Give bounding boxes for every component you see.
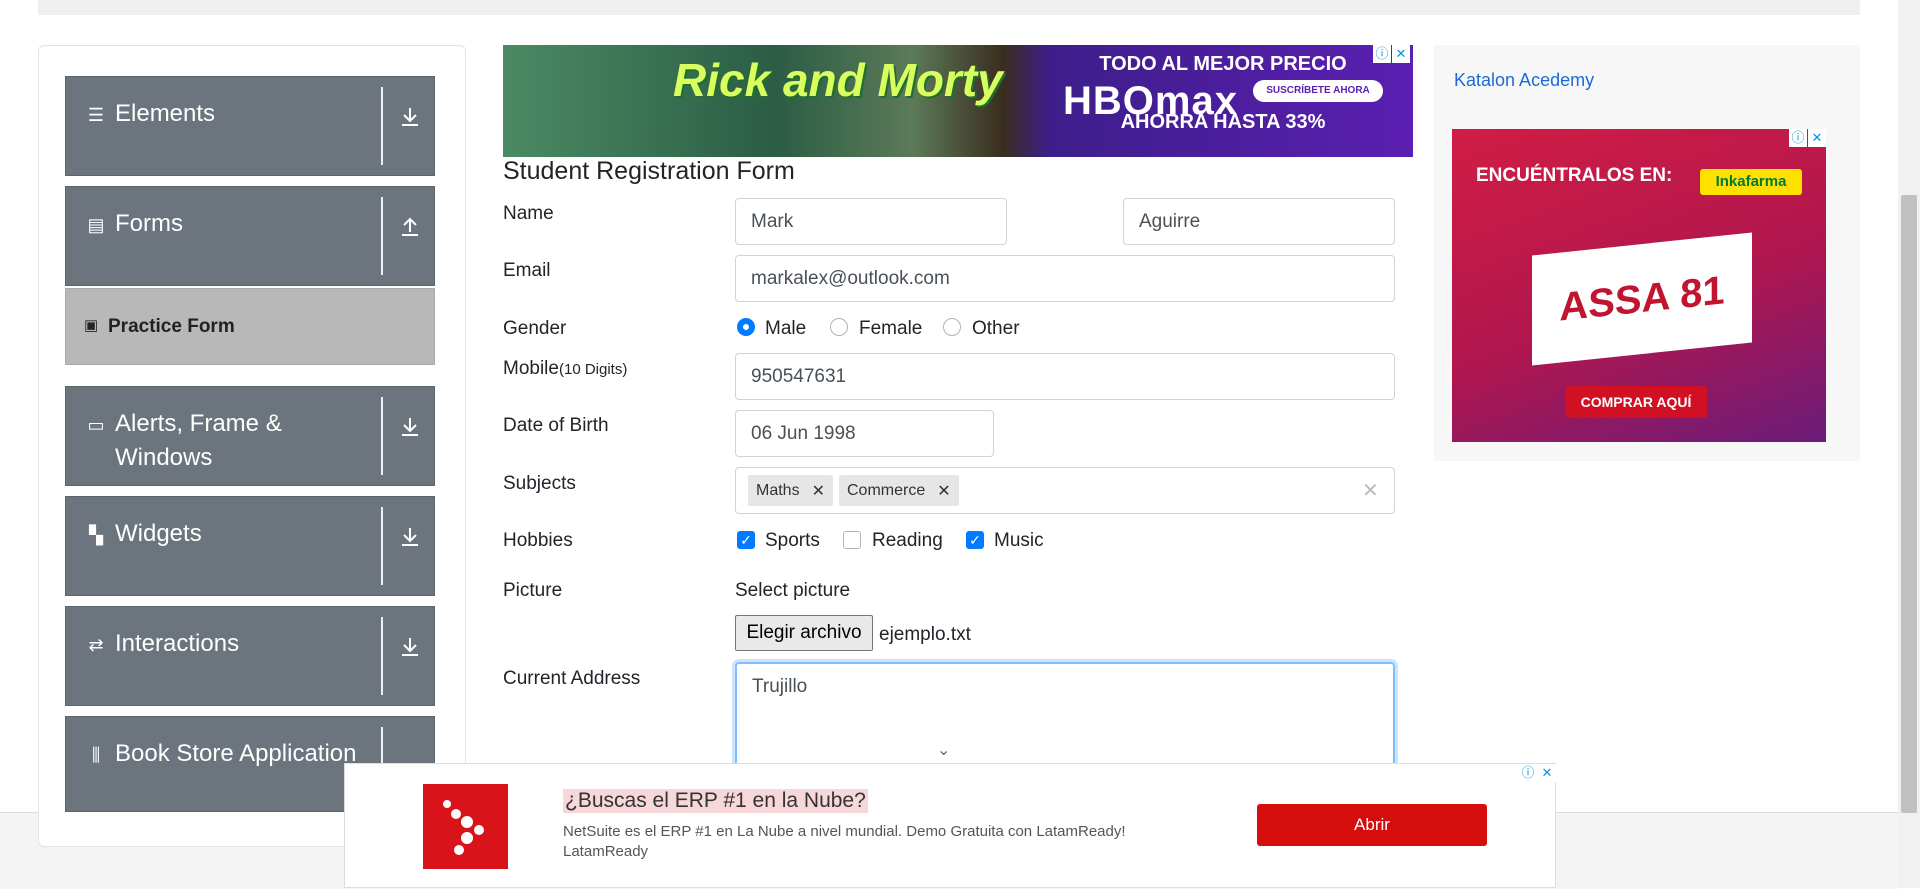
ad-banner-top[interactable]: Rick and Morty TODO AL MEJOR PRECIO HBOm… bbox=[503, 45, 1413, 157]
sports-checkbox[interactable]: ✓ bbox=[737, 531, 755, 549]
ad-banner-bottom[interactable]: ¿Buscas el ERP #1 en la Nube? NetSuite e… bbox=[344, 763, 1556, 888]
katalon-link[interactable]: Katalon Acedemy bbox=[1454, 70, 1594, 91]
sidebar-group-interactions[interactable]: ⇄ Interactions bbox=[65, 606, 435, 706]
close-icon[interactable]: ✕ bbox=[1808, 129, 1826, 147]
ad-headline: ¿Buscas el ERP #1 en la Nube? bbox=[563, 789, 868, 813]
sidebar-item-practice-form[interactable]: ▣ Practice Form bbox=[65, 288, 435, 365]
sidebar-group-label: Interactions bbox=[115, 630, 240, 657]
sidebar-group-label: Widgets bbox=[115, 520, 202, 547]
mobile-label-text: Mobile bbox=[503, 358, 559, 379]
close-icon[interactable]: ✕ bbox=[1392, 45, 1410, 63]
form-icon: ▣ bbox=[84, 317, 99, 334]
subjects-input[interactable] bbox=[735, 467, 1395, 514]
sidebar-group-forms[interactable]: ▤ Forms bbox=[65, 186, 435, 286]
hobby-label: Music bbox=[994, 530, 1044, 551]
mobile-label: Mobile(10 Digits) bbox=[503, 358, 627, 380]
ad-info-icon[interactable]: ⓘ bbox=[1789, 129, 1807, 147]
sidebar-group-widgets[interactable]: ▚ Widgets bbox=[65, 496, 435, 596]
ad-line1: TODO AL MEJOR PRECIO bbox=[1099, 53, 1347, 75]
sidebar-group-alerts[interactable]: ▭ Alerts, Frame & Windows bbox=[65, 386, 435, 486]
ad-inkafarma[interactable]: ⓘ ✕ ENCUÉNTRALOS EN: Inkafarma ASSA 81 C… bbox=[1452, 129, 1826, 442]
address-label: Current Address bbox=[503, 668, 641, 689]
name-label: Name bbox=[503, 203, 554, 224]
sidebar-group-label: Alerts, Frame & Windows bbox=[115, 410, 282, 471]
interactions-icon: ⇄ bbox=[88, 635, 104, 655]
ad-info-icon[interactable]: ⓘ bbox=[1519, 764, 1537, 782]
hobbies-label: Hobbies bbox=[503, 530, 573, 551]
divider bbox=[381, 617, 383, 695]
divider bbox=[381, 87, 383, 165]
open-button[interactable]: Abrir bbox=[1257, 804, 1487, 846]
dob-label: Date of Birth bbox=[503, 415, 609, 436]
close-icon[interactable]: ✕ bbox=[1538, 764, 1556, 782]
ad-cta[interactable]: SUSCRÍBETE AHORA bbox=[1253, 80, 1383, 102]
email-field[interactable]: markalex@outlook.com bbox=[735, 255, 1395, 302]
gender-label: Gender bbox=[503, 318, 567, 339]
email-label: Email bbox=[503, 260, 551, 281]
widgets-icon: ▚ bbox=[89, 525, 103, 545]
ad-brand-left: Rick and Morty bbox=[673, 54, 1003, 106]
music-checkbox[interactable]: ✓ bbox=[966, 531, 984, 549]
subject-chip: Commerce ✕ bbox=[839, 475, 959, 506]
page-title: Student Registration Form bbox=[503, 157, 795, 185]
gender-female-radio[interactable] bbox=[830, 318, 848, 336]
download-icon bbox=[402, 108, 418, 126]
divider bbox=[381, 507, 383, 585]
hobby-label: Reading bbox=[872, 530, 943, 551]
subject-chip: Maths ✕ bbox=[748, 475, 833, 506]
last-name-field[interactable]: Aguirre bbox=[1123, 198, 1395, 245]
menu-icon: ☰ bbox=[87, 105, 105, 125]
gender-option-label: Female bbox=[859, 318, 923, 339]
sidebar-group-label: Forms bbox=[115, 210, 183, 237]
sidebar-group-label: Elements bbox=[115, 100, 216, 127]
current-address-textarea[interactable]: Trujillo bbox=[735, 662, 1395, 767]
window-icon: ▭ bbox=[87, 415, 105, 435]
ad-sidebar-right: Katalon Acedemy ⓘ ✕ ENCUÉNTRALOS EN: Ink… bbox=[1434, 45, 1860, 461]
gender-other-radio[interactable] bbox=[943, 318, 961, 336]
scrollbar-thumb[interactable] bbox=[1901, 195, 1917, 813]
mobile-field[interactable]: 950547631 bbox=[735, 353, 1395, 400]
ad-product: ASSA 81 bbox=[1532, 232, 1752, 366]
subject-chip-label: Maths bbox=[756, 481, 800, 499]
books-icon: ⫼ bbox=[91, 745, 101, 765]
gender-option-label: Other bbox=[972, 318, 1020, 339]
subjects-label: Subjects bbox=[503, 473, 576, 494]
picture-label: Picture bbox=[503, 580, 563, 601]
ad-store: Inkafarma bbox=[1700, 169, 1802, 195]
reading-checkbox[interactable] bbox=[843, 531, 861, 549]
ad-cta[interactable]: COMPRAR AQUÍ bbox=[1565, 386, 1707, 418]
ad-body: NetSuite es el ERP #1 en La Nube a nivel… bbox=[563, 823, 1126, 860]
ad-info-icon[interactable]: ⓘ bbox=[1373, 45, 1391, 63]
ad-headline: ENCUÉNTRALOS EN: bbox=[1476, 165, 1673, 186]
chevron-down-icon[interactable]: ⌄ bbox=[937, 740, 950, 760]
document-icon: ▤ bbox=[87, 215, 105, 235]
choose-file-button[interactable]: Elegir archivo bbox=[735, 615, 873, 651]
gender-option-label: Male bbox=[765, 318, 807, 339]
sidebar-group-elements[interactable]: ☰ Elements bbox=[65, 76, 435, 176]
date-of-birth-field[interactable]: 06 Jun 1998 bbox=[735, 410, 994, 457]
sidebar-group-label: Book Store Application bbox=[115, 740, 357, 767]
gender-male-radio[interactable] bbox=[737, 318, 755, 336]
divider bbox=[381, 397, 383, 475]
divider bbox=[381, 197, 383, 275]
clear-icon[interactable]: ✕ bbox=[1362, 478, 1379, 503]
remove-icon[interactable]: ✕ bbox=[937, 481, 950, 501]
ad-line2: AHORRA HASTA 33% bbox=[1120, 111, 1326, 133]
first-name-field[interactable]: Mark bbox=[735, 198, 1007, 245]
file-name: ejemplo.txt bbox=[879, 624, 971, 645]
top-strip bbox=[38, 0, 1860, 15]
netsuite-logo bbox=[423, 784, 508, 869]
subject-chip-label: Commerce bbox=[847, 481, 926, 499]
download-icon bbox=[402, 418, 418, 436]
hobby-label: Sports bbox=[765, 530, 820, 551]
mobile-hint: (10 Digits) bbox=[558, 361, 628, 378]
download-icon bbox=[402, 638, 418, 656]
sidebar-item-label: Practice Form bbox=[108, 316, 235, 337]
picture-hint: Select picture bbox=[735, 580, 851, 601]
download-icon bbox=[402, 528, 418, 546]
upload-icon bbox=[402, 217, 418, 236]
remove-icon[interactable]: ✕ bbox=[812, 481, 825, 501]
